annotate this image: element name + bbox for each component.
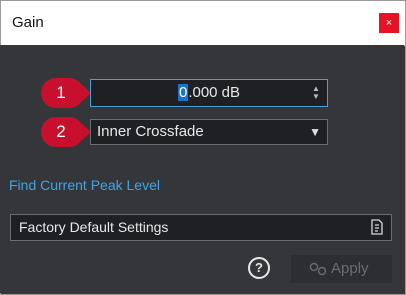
crossfade-mode-select[interactable]: Inner Crossfade ▼ — [90, 119, 328, 145]
apply-button[interactable]: Apply — [291, 255, 392, 283]
find-peak-level-link[interactable]: Find Current Peak Level — [9, 177, 160, 193]
preset-label: Factory Default Settings — [19, 219, 169, 235]
gain-value-selected: 0 — [177, 84, 189, 101]
chevron-down-icon: ▼ — [309, 125, 321, 139]
apply-link-icon — [309, 262, 327, 276]
close-icon: × — [385, 17, 393, 29]
title-bar: Gain × — [1, 1, 405, 46]
help-button[interactable]: ? — [248, 257, 270, 279]
gain-stepper[interactable]: ▲ ▼ — [311, 85, 321, 101]
close-button[interactable]: × — [379, 13, 399, 33]
dialog-title: Gain — [12, 14, 44, 31]
callout-label-1: 1 — [56, 83, 66, 102]
crossfade-mode-value: Inner Crossfade — [97, 123, 204, 140]
preset-document-icon[interactable] — [370, 219, 384, 236]
gain-value-input[interactable]: 0.000 dB ▲ ▼ — [90, 79, 328, 107]
callout-badge-2: 2 — [41, 117, 91, 147]
callout-badge-1: 1 — [41, 78, 91, 108]
preset-selector[interactable]: Factory Default Settings — [10, 214, 392, 241]
callout-label-2: 2 — [56, 122, 66, 141]
stepper-down-icon[interactable]: ▼ — [311, 93, 321, 101]
apply-label: Apply — [331, 260, 369, 277]
help-icon: ? — [255, 260, 263, 275]
gain-value-text: 0.000 dB — [91, 80, 327, 106]
gain-value-rest: .000 dB — [188, 84, 241, 101]
